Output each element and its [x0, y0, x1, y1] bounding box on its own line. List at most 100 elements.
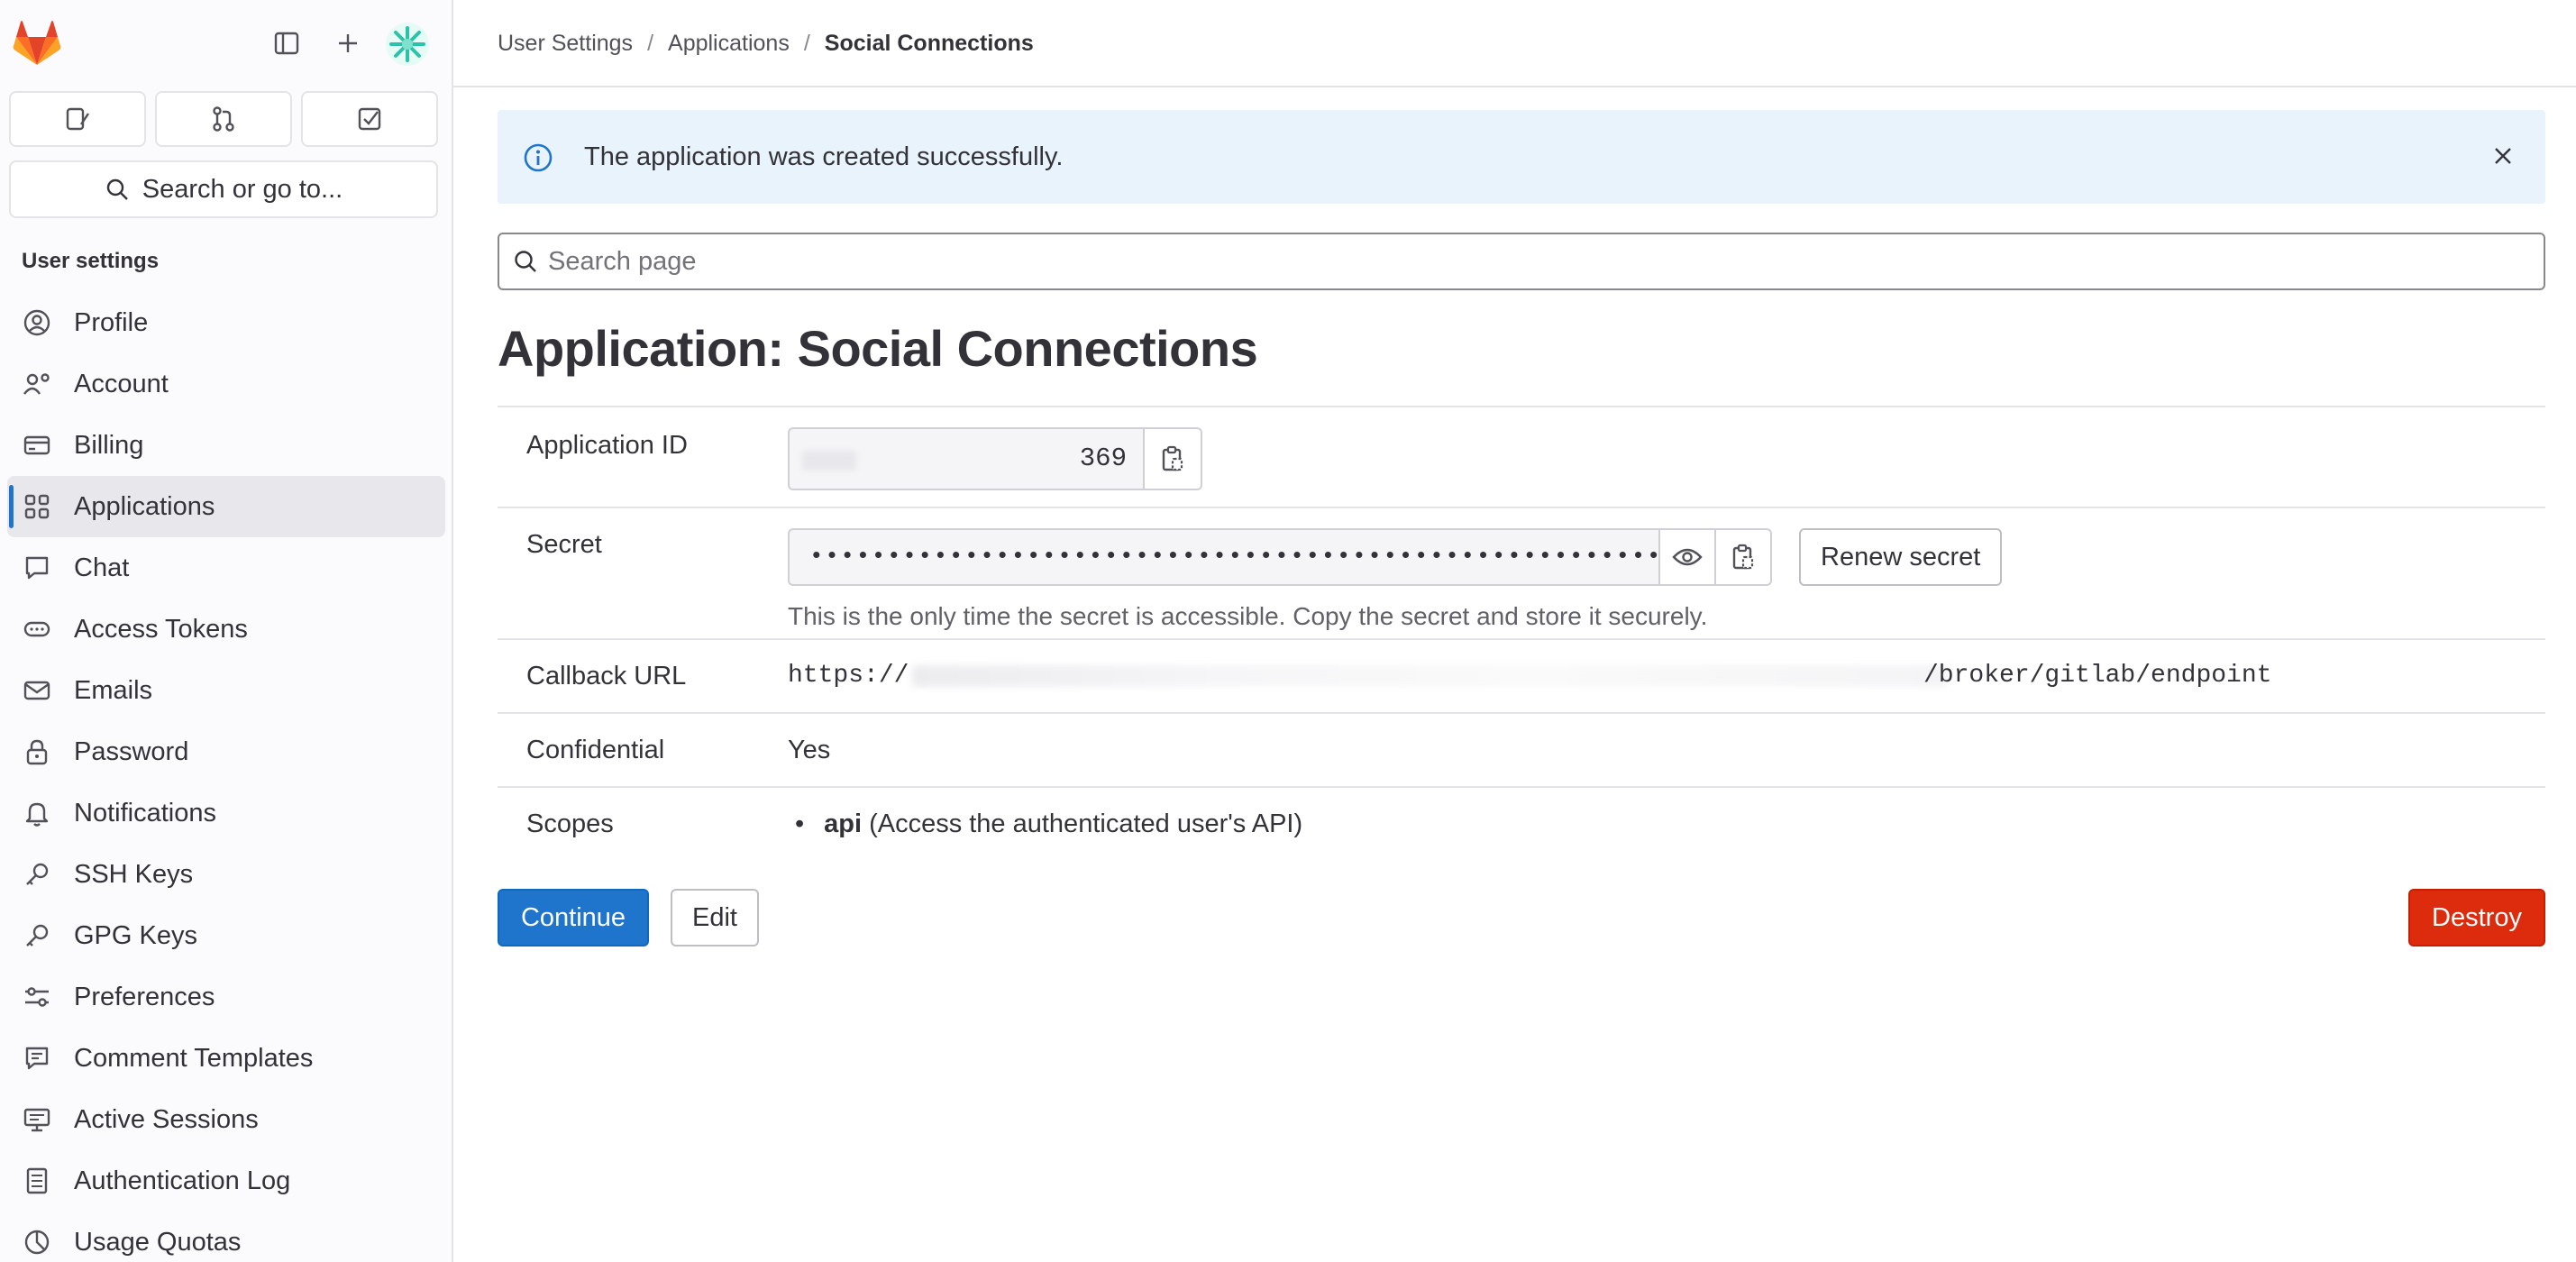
sidebar-header [0, 0, 452, 87]
sidebar-nav: Profile Account Billing Applications Cha… [7, 292, 445, 1262]
page-search-input[interactable] [548, 242, 2513, 281]
sidebar-item-billing[interactable]: Billing [7, 415, 445, 476]
profile-icon [22, 307, 52, 338]
sidebar-item-label: Access Tokens [74, 614, 248, 644]
secret-help-text: This is the only time the secret is acce… [788, 602, 1708, 630]
confidential-label: Confidential [526, 736, 665, 764]
comment-icon [22, 1043, 52, 1074]
sidebar-item-preferences[interactable]: Preferences [7, 966, 445, 1028]
merge-request-icon [213, 106, 234, 132]
todo-button[interactable] [301, 91, 438, 147]
sidebar-item-profile[interactable]: Profile [7, 292, 445, 353]
secret-label: Secret [526, 530, 602, 559]
issues-icon [66, 107, 89, 131]
clipboard-icon [1162, 445, 1183, 471]
sidebar-item-ssh-keys[interactable]: SSH Keys [7, 844, 445, 905]
sidebar-item-notifications[interactable]: Notifications [7, 782, 445, 844]
destroy-button[interactable]: Destroy [2408, 889, 2545, 946]
scopes-label: Scopes [526, 809, 614, 838]
details-row-secret: Secret •••••••••••••••••••••••••••••••••… [498, 507, 2545, 638]
scope-name: api [824, 809, 863, 838]
sidebar-item-label: Profile [74, 307, 149, 337]
global-search-button[interactable]: Search or go to... [9, 160, 438, 218]
sidebar-quick-actions [9, 91, 438, 147]
gitlab-logo-icon[interactable] [13, 20, 61, 67]
sidebar-item-label: Password [74, 736, 189, 766]
toggle-secret-visibility-button[interactable] [1660, 528, 1716, 586]
info-icon [524, 143, 553, 172]
app-id-label: Application ID [526, 431, 688, 460]
sidebar-item-label: Preferences [74, 982, 215, 1011]
sidebar-item-label: SSH Keys [74, 859, 194, 889]
app-id-group: 369 [788, 427, 1202, 490]
copy-app-id-button[interactable] [1145, 427, 1202, 490]
copy-secret-button[interactable] [1716, 528, 1772, 586]
sidebar-item-account[interactable]: Account [7, 353, 445, 415]
sidebar-item-label: Billing [74, 430, 144, 460]
page-title: Application: Social Connections [498, 320, 1258, 377]
details-row-scopes: Scopes • api (Access the authenticated u… [498, 786, 2545, 860]
sidebar-item-gpg-keys[interactable]: GPG Keys [7, 905, 445, 966]
sidebar: Search or go to... User settings Profile… [0, 0, 453, 1262]
applications-icon [22, 491, 52, 522]
sidebar-item-authentication-log[interactable]: Authentication Log [7, 1150, 445, 1212]
sidebar-item-active-sessions[interactable]: Active Sessions [7, 1089, 445, 1150]
monitor-icon [22, 1104, 52, 1135]
edit-button[interactable]: Edit [671, 889, 759, 946]
sidebar-section-title: User settings [22, 249, 160, 273]
app-id-field[interactable]: 369 [788, 427, 1145, 490]
avatar[interactable] [386, 23, 429, 66]
breadcrumb-current[interactable]: Social Connections [825, 31, 1034, 57]
page-search [498, 233, 2545, 290]
renew-secret-button[interactable]: Renew secret [1799, 528, 2003, 586]
app-root: Search or go to... User settings Profile… [0, 0, 2576, 1262]
sidebar-item-label: Applications [74, 491, 215, 521]
continue-button[interactable]: Continue [498, 889, 649, 946]
redacted-value [912, 665, 1949, 687]
sidebar-item-chat[interactable]: Chat [7, 537, 445, 599]
search-icon [515, 251, 536, 272]
sidebar-item-usage-quotas[interactable]: Usage Quotas [7, 1212, 445, 1262]
secret-field[interactable]: ••••••••••••••••••••••••••••••••••••••••… [788, 528, 1660, 586]
breadcrumb-link-user-settings[interactable]: User Settings [498, 31, 633, 57]
billing-icon [22, 430, 52, 461]
close-icon[interactable] [2488, 141, 2518, 171]
lock-icon [22, 736, 52, 767]
bullet: • [795, 809, 805, 838]
sidebar-item-password[interactable]: Password [7, 721, 445, 782]
breadcrumb-link-applications[interactable]: Applications [668, 31, 790, 57]
search-icon [106, 178, 128, 200]
chat-icon [22, 553, 52, 583]
token-icon [22, 614, 52, 645]
application-details: Application ID 369 Secret ••••••••••••••… [498, 406, 2545, 860]
preferences-icon [22, 982, 52, 1012]
account-icon [22, 369, 52, 399]
sidebar-item-emails[interactable]: Emails [7, 660, 445, 721]
clipboard-icon [1732, 544, 1754, 570]
confidential-value: Yes [788, 736, 831, 764]
sidebar-item-label: Active Sessions [74, 1104, 259, 1134]
callback-url-suffix: /broker/gitlab/endpoint [1923, 662, 2272, 690]
sidebar-item-label: Chat [74, 553, 130, 582]
sidebar-item-label: Usage Quotas [74, 1227, 242, 1257]
success-alert: The application was created successfully… [498, 110, 2545, 204]
quota-icon [22, 1227, 52, 1257]
details-row-app-id: Application ID 369 [498, 406, 2545, 507]
sidebar-item-comment-templates[interactable]: Comment Templates [7, 1028, 445, 1089]
callback-url-label: Callback URL [526, 662, 687, 690]
merge-requests-button[interactable] [155, 91, 292, 147]
action-bar: Continue Edit Destroy [498, 889, 2545, 946]
scope-description: (Access the authenticated user's API) [869, 809, 1303, 838]
sidebar-item-access-tokens[interactable]: Access Tokens [7, 599, 445, 660]
breadcrumb-separator: / [647, 31, 654, 56]
create-new-icon[interactable] [328, 23, 368, 63]
issues-button[interactable] [9, 91, 146, 147]
sidebar-item-label: Emails [74, 675, 153, 705]
sidebar-item-label: Comment Templates [74, 1043, 314, 1073]
sidebar-item-label: Account [74, 369, 169, 398]
scope-list-item: • api (Access the authenticated user's A… [795, 809, 1302, 839]
sidebar-item-applications[interactable]: Applications [7, 476, 445, 537]
eye-icon [1672, 548, 1703, 566]
sidebar-toggle-icon[interactable] [267, 23, 306, 63]
bell-icon [22, 798, 52, 828]
